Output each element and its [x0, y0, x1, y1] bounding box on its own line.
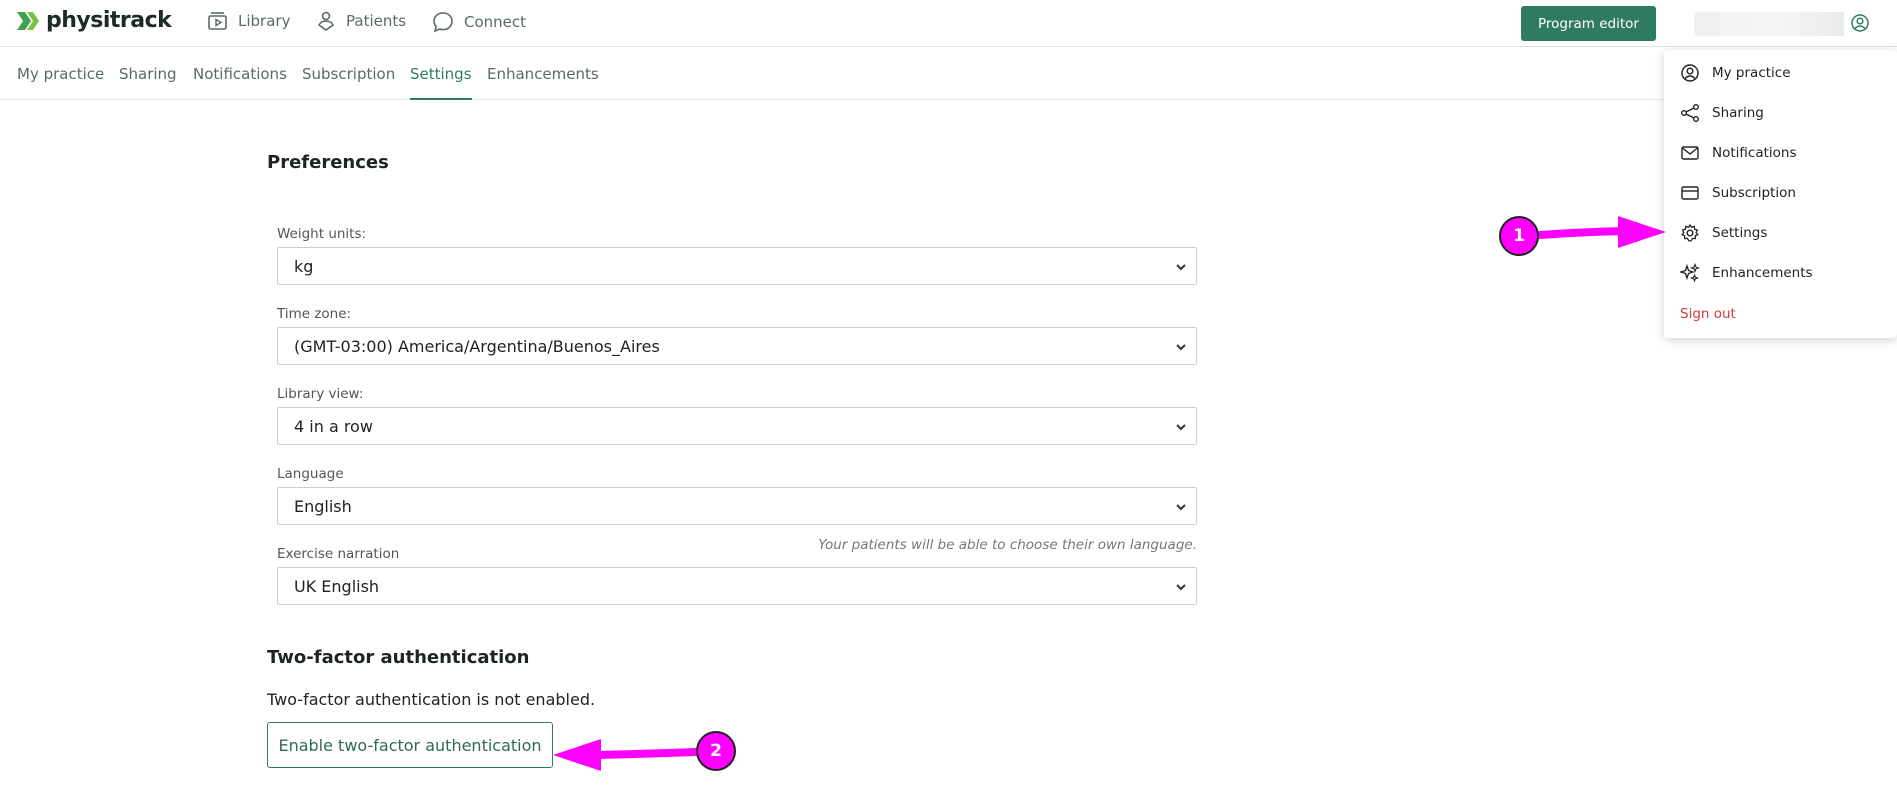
- nav-library-label: Library: [238, 12, 291, 30]
- annotation-badge-2: 2: [696, 731, 736, 771]
- tab-subscription[interactable]: Subscription: [302, 65, 395, 83]
- menu-item-settings[interactable]: Settings: [1680, 223, 1767, 243]
- tab-my-practice[interactable]: My practice: [17, 65, 104, 83]
- share-icon: [1681, 104, 1699, 122]
- weight-units-select[interactable]: kg: [277, 247, 1197, 285]
- exercise-narration-label: Exercise narration: [277, 546, 400, 562]
- chat-icon: [433, 12, 453, 33]
- library-view-select[interactable]: 4 in a row: [277, 407, 1197, 445]
- user-circle-icon: [1681, 64, 1699, 82]
- nav-library[interactable]: Library: [207, 10, 290, 32]
- sparkles-icon: [1680, 263, 1700, 283]
- nav-connect-label: Connect: [464, 13, 527, 31]
- menu-item-label: My practice: [1712, 65, 1791, 81]
- library-icon: [208, 12, 227, 30]
- patients-icon: [317, 11, 335, 31]
- physitrack-logo[interactable]: physitrack: [16, 8, 172, 33]
- time-zone-select[interactable]: (GMT-03:00) America/Argentina/Buenos_Air…: [277, 327, 1197, 365]
- menu-item-label: Settings: [1712, 225, 1768, 241]
- menu-item-label: Enhancements: [1712, 265, 1813, 281]
- preferences-heading: Preferences: [267, 152, 389, 173]
- logo-text: physitrack: [46, 8, 172, 33]
- language-value: English: [294, 496, 352, 516]
- two-factor-heading: Two-factor authentication: [267, 647, 530, 668]
- tab-enhancements[interactable]: Enhancements: [487, 65, 599, 83]
- weight-units-label: Weight units:: [277, 226, 367, 242]
- chevron-down-icon: [1176, 264, 1186, 271]
- nav-patients-label: Patients: [346, 12, 407, 30]
- gear-icon: [1681, 223, 1699, 242]
- menu-item-notifications[interactable]: Notifications: [1680, 143, 1797, 163]
- time-zone-value: (GMT-03:00) America/Argentina/Buenos_Air…: [294, 336, 660, 356]
- chevron-down-icon: [1176, 344, 1186, 351]
- two-factor-status: Two-factor authentication is not enabled…: [267, 690, 596, 709]
- annotation-arrow-2: [553, 739, 699, 771]
- nav-connect[interactable]: Connect: [431, 10, 526, 34]
- program-editor-button[interactable]: Program editor: [1521, 6, 1656, 41]
- tab-sharing[interactable]: Sharing: [119, 65, 177, 83]
- chevron-down-icon: [1176, 584, 1186, 591]
- user-name-redacted: [1694, 12, 1844, 36]
- top-navbar: physitrack Library Patients Connect Prog…: [0, 0, 1897, 47]
- language-hint: Your patients will be able to choose the…: [818, 537, 1197, 553]
- tab-notifications[interactable]: Notifications: [193, 65, 287, 83]
- nav-patients[interactable]: Patients: [315, 10, 406, 32]
- logo-chevrons-icon: [16, 10, 42, 32]
- exercise-narration-select[interactable]: UK English: [277, 567, 1197, 605]
- menu-item-enhancements[interactable]: Enhancements: [1680, 263, 1813, 283]
- settings-subnav: My practice Sharing Notifications Subscr…: [0, 48, 1897, 100]
- user-dropdown-menu: My practice Sharing Notifications Subscr…: [1664, 50, 1897, 338]
- exercise-narration-value: UK English: [294, 576, 380, 596]
- time-zone-label: Time zone:: [277, 306, 352, 322]
- menu-item-label: Sharing: [1712, 105, 1764, 121]
- library-view-label: Library view:: [277, 386, 364, 402]
- chevron-down-icon: [1176, 424, 1186, 431]
- menu-item-label: Notifications: [1712, 145, 1797, 161]
- annotation-badge-1: 1: [1499, 216, 1539, 256]
- sign-out-link[interactable]: Sign out: [1680, 306, 1736, 322]
- language-select[interactable]: English: [277, 487, 1197, 525]
- tab-settings[interactable]: Settings: [410, 65, 472, 100]
- language-label: Language: [277, 466, 344, 482]
- menu-item-sharing[interactable]: Sharing: [1680, 103, 1764, 123]
- menu-item-label: Subscription: [1712, 185, 1796, 201]
- library-view-value: 4 in a row: [294, 416, 373, 436]
- weight-units-value: kg: [294, 256, 314, 276]
- enable-two-factor-button[interactable]: Enable two-factor authentication: [267, 722, 553, 768]
- mail-icon: [1681, 146, 1699, 160]
- menu-item-subscription[interactable]: Subscription: [1680, 183, 1796, 203]
- credit-card-icon: [1681, 186, 1699, 200]
- user-account-icon[interactable]: [1850, 13, 1870, 37]
- chevron-down-icon: [1176, 504, 1186, 511]
- menu-item-my-practice[interactable]: My practice: [1680, 63, 1791, 83]
